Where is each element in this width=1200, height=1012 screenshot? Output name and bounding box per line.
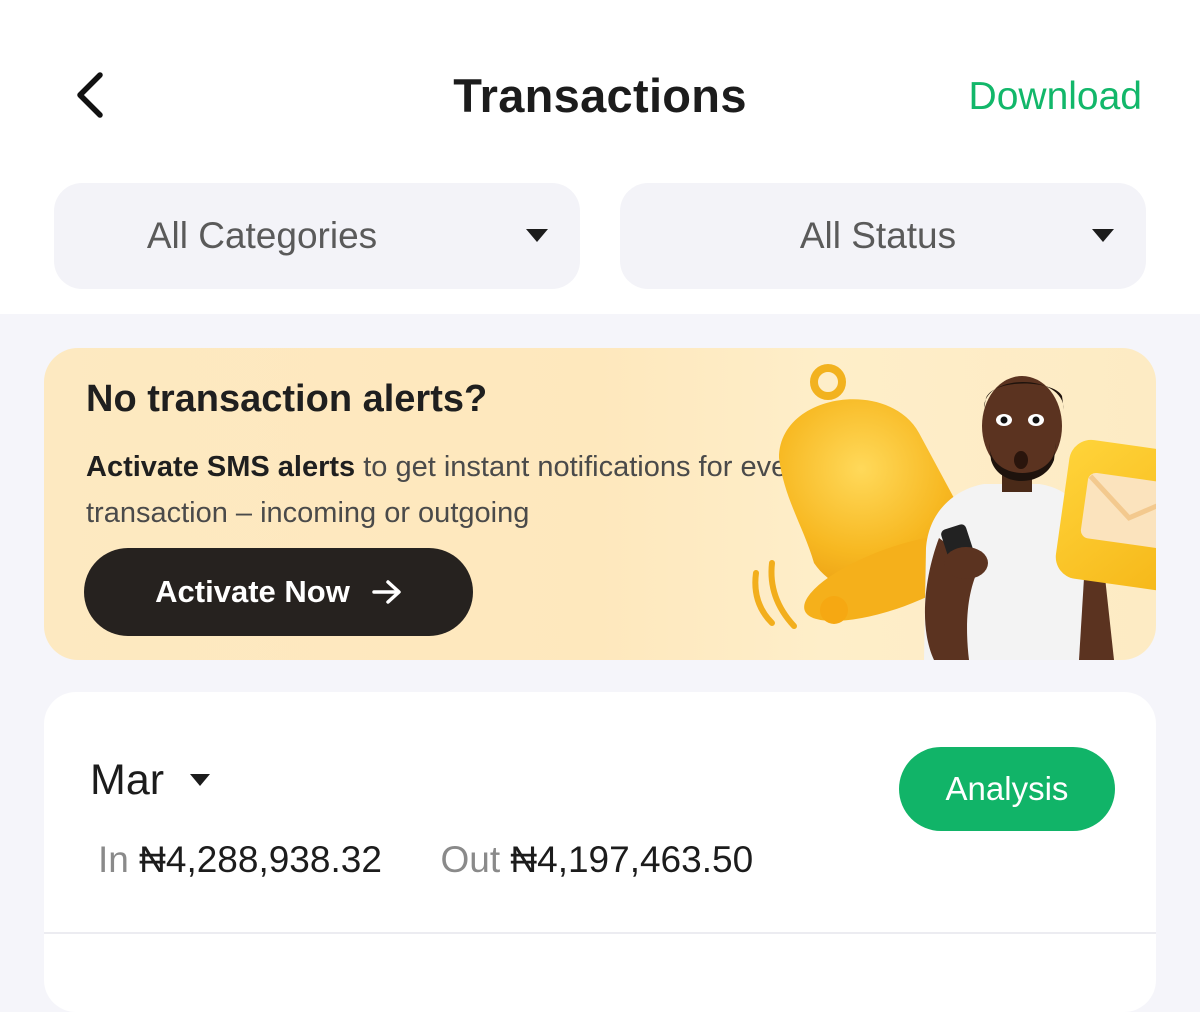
activate-now-button[interactable]: Activate Now bbox=[84, 548, 473, 636]
month-label: Mar bbox=[90, 756, 165, 804]
arrow-right-icon bbox=[372, 580, 401, 604]
top-bar: Transactions Download All Categories All… bbox=[0, 0, 1200, 314]
back-button[interactable] bbox=[60, 62, 120, 128]
caret-down-icon bbox=[526, 229, 548, 242]
banner-illustration: 1 bbox=[752, 364, 1156, 660]
caret-down-icon bbox=[190, 774, 211, 786]
page-title: Transactions bbox=[453, 69, 747, 122]
banner-title: No transaction alerts? bbox=[86, 378, 488, 420]
status-filter-dropdown[interactable]: All Status bbox=[620, 183, 1146, 289]
sms-alert-banner[interactable]: No transaction alerts? Activate SMS aler… bbox=[44, 348, 1156, 660]
envelope-notification-icon: 1 bbox=[1055, 439, 1156, 593]
download-button[interactable]: Download bbox=[969, 70, 1142, 124]
activate-now-label: Activate Now bbox=[155, 574, 350, 609]
category-filter-dropdown[interactable]: All Categories bbox=[54, 183, 580, 289]
out-amount: ₦4,197,463.50 bbox=[510, 839, 754, 880]
month-totals: In ₦4,288,938.32 Out ₦4,197,463.50 bbox=[98, 838, 753, 882]
status-filter-label: All Status bbox=[799, 215, 957, 256]
month-summary-card: Mar In ₦4,288,938.32 Out ₦4,197,463.50 A… bbox=[44, 692, 1156, 1012]
month-selector[interactable]: Mar bbox=[90, 754, 211, 806]
caret-down-icon bbox=[1092, 229, 1114, 242]
in-amount: ₦4,288,938.32 bbox=[139, 839, 382, 880]
out-label: Out bbox=[440, 839, 501, 880]
in-label: In bbox=[98, 839, 129, 880]
chevron-left-icon bbox=[77, 72, 103, 118]
divider bbox=[44, 932, 1156, 934]
category-filter-label: All Categories bbox=[146, 215, 378, 256]
banner-body-bold: Activate SMS alerts bbox=[86, 451, 356, 483]
analysis-button[interactable]: Analysis bbox=[899, 747, 1115, 831]
